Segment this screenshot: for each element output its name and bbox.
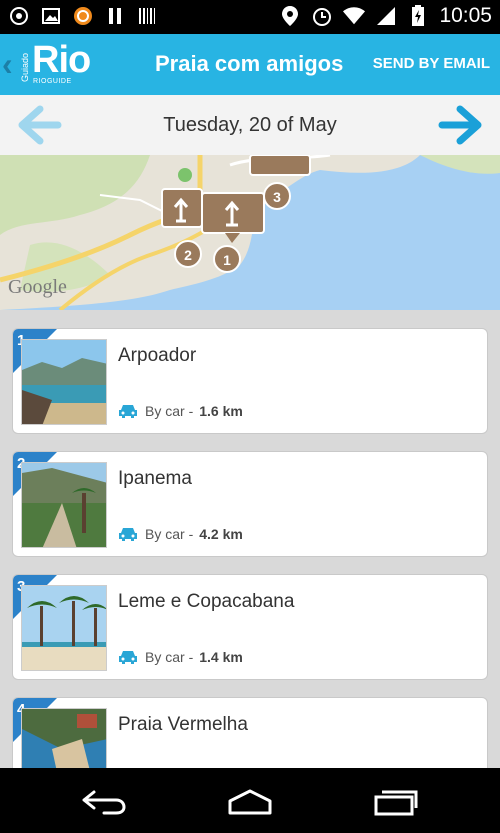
place-name: Praia Vermelha [118,714,248,735]
route-distance: 1.6 km [199,403,243,419]
current-date: Tuesday, 20 of May [163,114,337,136]
pause-icon [104,5,126,27]
wifi-icon [343,5,366,27]
place-route: By car - 4.2 km [118,526,243,542]
battery-icon [407,5,429,27]
logo-vertical-text: Guiado [20,52,30,82]
location-icon [279,5,301,27]
place-name: Leme e Copacabana [118,591,295,612]
map-marker-label-1: 1 [223,252,231,268]
recent-apps-button[interactable] [372,788,420,816]
back-arrow-icon [82,790,126,815]
place-thumbnail [21,462,107,548]
map-attribution: Google [8,276,67,298]
map-marker-label-2: 2 [184,247,192,263]
status-bar-right: 10:05 [279,4,492,28]
home-button[interactable] [226,788,274,816]
app-icon [72,5,94,27]
back-button[interactable] [80,788,128,816]
place-name: Ipanema [118,468,192,489]
place-name: Arpoador [118,345,197,366]
app-bar: ‹ Guiado Rio RIOGUIDE Praia com amigos S… [0,34,500,95]
date-navigation-bar: Tuesday, 20 of May [0,95,500,155]
map-marker-label-3: 3 [273,189,281,205]
app-logo[interactable]: ‹ Guiado Rio RIOGUIDE [2,38,102,90]
list-item[interactable]: 3 Leme e Copacabana By car - 1.4 km [12,574,488,680]
system-nav-bar [0,768,500,833]
barcode-icon [136,5,158,27]
car-icon [119,405,137,418]
logo-text: Rio [32,39,91,81]
car-icon [119,651,137,664]
image-icon [40,5,62,27]
route-map[interactable]: 3 2 1 Google [0,155,500,310]
route-mode: By car - [145,526,194,542]
back-chevron-icon[interactable]: ‹ [2,48,13,80]
signal-icon [375,5,397,27]
arrow-right-icon [438,105,482,145]
route-mode: By car - [145,403,194,419]
home-icon [228,789,272,815]
place-thumbnail [21,708,107,768]
places-list[interactable]: 1 Arpoador By car - 1.6 km 2 Ipanema By … [0,310,500,768]
status-time: 10:05 [439,4,492,27]
place-route: By car - 1.6 km [118,403,243,419]
alarm-icon [311,5,333,27]
place-thumbnail [21,585,107,671]
status-bar-left [8,5,158,27]
place-thumbnail [21,339,107,425]
page-title: Praia com amigos [155,51,344,76]
car-icon [119,528,137,541]
logo-subtext: RIOGUIDE [33,78,72,85]
camera-icon [8,5,30,27]
recent-apps-icon [374,790,418,816]
app-screen: 10:05 ‹ Guiado Rio RIOGUIDE Praia com am… [0,0,500,833]
status-bar: 10:05 [0,0,500,34]
list-item[interactable]: 4 Praia Vermelha [12,697,488,768]
place-route: By car - 1.4 km [118,649,243,665]
send-by-email-button[interactable]: SEND BY EMAIL [373,55,490,72]
list-item[interactable]: 1 Arpoador By car - 1.6 km [12,328,488,434]
route-distance: 1.4 km [199,649,243,665]
route-distance: 4.2 km [199,526,243,542]
next-day-button[interactable] [438,105,482,145]
list-item[interactable]: 2 Ipanema By car - 4.2 km [12,451,488,557]
route-mode: By car - [145,649,194,665]
